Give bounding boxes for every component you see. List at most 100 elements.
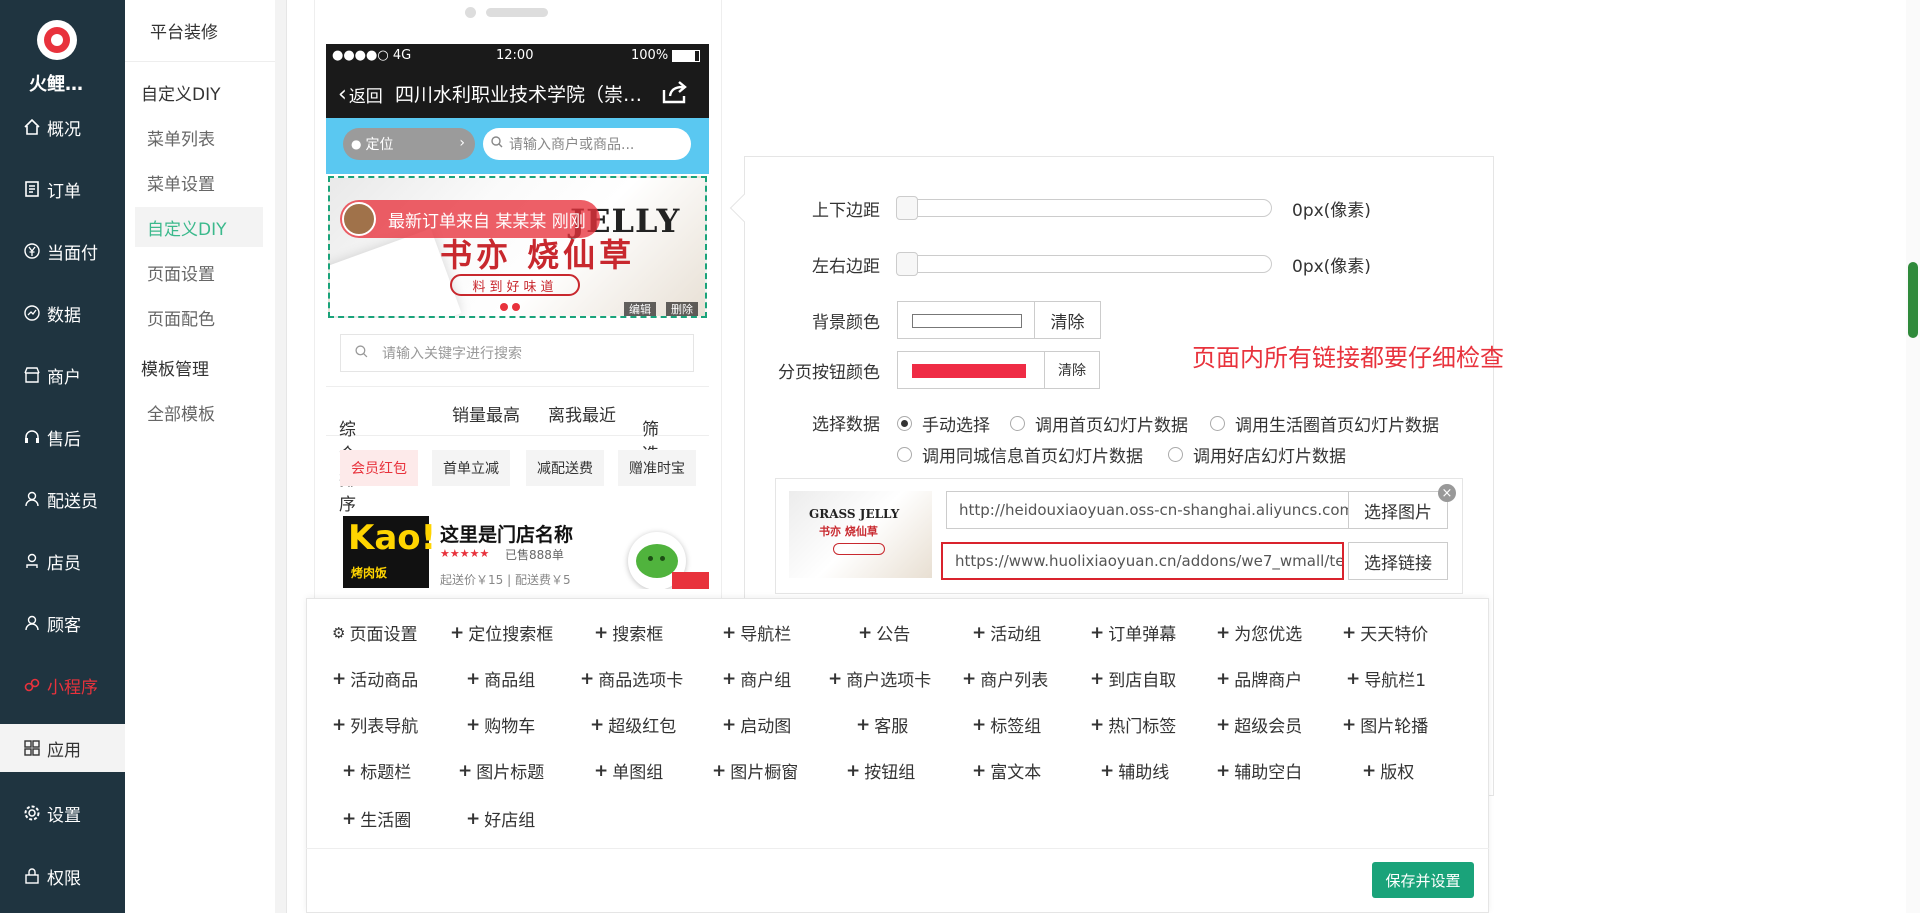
comp-item[interactable]: + 商户列表 [962,666,1048,692]
comp-item[interactable]: + 生活圈 [342,806,411,832]
pager-clear-button[interactable]: 清除 [1044,351,1100,389]
comp-item[interactable]: + 列表导航 [332,712,418,738]
chip-reduce-delivery[interactable]: 减配送费 [526,450,604,486]
comp-item[interactable]: + 导航栏 [722,620,791,646]
comp-item[interactable]: + 商品选项卡 [580,666,683,692]
plus-icon: + [342,808,357,829]
comp-item[interactable]: + 富文本 [972,758,1041,784]
comp-item[interactable]: + 单图组 [594,758,663,784]
sidebar-item-staff[interactable]: 店员 [0,537,125,585]
slider-dot[interactable] [512,303,520,311]
merchant-search-input[interactable]: 请输入商户或商品... [483,128,691,160]
chip-first-order[interactable]: 首单立减 [432,450,510,486]
phone-camera [465,7,476,18]
sidebar-item-data[interactable]: 数据 [0,289,125,337]
image-url-input[interactable]: http://heidouxiaoyuan.oss-cn-shanghai.al… [946,491,1349,529]
link-url-input[interactable]: https://www.huolixiaoyuan.cn/addons/we7_… [941,542,1344,580]
sidebar-item-overview[interactable]: 概况 [0,103,125,151]
sub-item-all-templates[interactable]: 全部模板 [135,392,263,432]
comp-item[interactable]: + 热门标签 [1090,712,1176,738]
sub-sidebar-title: 平台装修 [125,0,275,62]
sub-item-menu-list[interactable]: 菜单列表 [135,117,263,157]
comp-item[interactable]: + 辅助空白 [1216,758,1302,784]
slider-dot[interactable] [500,303,508,311]
radio-manual[interactable]: 手动选择 [897,411,990,436]
sub-item-custom-diy[interactable]: 自定义DIY [135,207,263,247]
padding-h-slider[interactable] [896,252,1272,276]
sub-item-page-settings[interactable]: 页面设置 [135,252,263,292]
comp-item[interactable]: + 品牌商户 [1216,666,1302,692]
pick-image-button[interactable]: 选择图片 [1348,491,1448,529]
store-name[interactable]: 这里是门店名称 [440,520,573,547]
comp-item[interactable]: + 到店自取 [1090,666,1176,692]
sub-item-page-colors[interactable]: 页面配色 [135,297,263,337]
comp-item[interactable]: + 超级红包 [590,712,676,738]
comp-item[interactable]: + 商户组 [722,666,791,692]
radio-home-slides[interactable]: 调用首页幻灯片数据 [1010,411,1188,436]
brand-logo[interactable] [37,20,77,60]
comp-item[interactable]: + 公告 [858,620,910,646]
comp-item[interactable]: + 按钮组 [846,758,915,784]
sidebar-item-merchants[interactable]: 商户 [0,351,125,399]
bg-color-picker[interactable] [897,301,1035,339]
page-scrollbar[interactable] [1906,0,1920,913]
comp-item[interactable]: + 好店组 [466,806,535,832]
comp-item[interactable]: + 超级会员 [1216,712,1302,738]
radio-city-slides[interactable]: 调用同城信息首页幻灯片数据 [897,442,1143,467]
pager-color-picker[interactable] [897,351,1045,389]
bg-clear-button[interactable]: 清除 [1034,301,1101,339]
chip-on-time[interactable]: 赠准时宝 [618,450,696,486]
comp-item[interactable]: + 购物车 [466,712,535,738]
edit-button[interactable]: 编辑 [624,302,656,316]
comp-item[interactable]: + 图片轮播 [1342,712,1428,738]
miniprogram-icon [23,676,41,694]
sidebar-item-permissions[interactable]: 权限 [0,852,125,900]
comp-item[interactable]: + 活动商品 [332,666,418,692]
radio-goodstore-slides[interactable]: 调用好店幻灯片数据 [1168,442,1346,467]
scrollbar-thumb[interactable] [1908,262,1918,338]
sort-sales[interactable]: 销量最高 [452,401,520,426]
sidebar-item-orders[interactable]: 订单 [0,165,125,213]
comp-item[interactable]: + 标题栏 [342,758,411,784]
sidebar-item-couriers[interactable]: 配送员 [0,475,125,523]
comp-item[interactable]: + 商品组 [466,666,535,692]
comp-page-settings[interactable]: ⚙ 页面设置 [332,620,417,646]
slider-handle[interactable] [896,196,918,220]
chip-member-redpacket[interactable]: 会员红包 [340,450,418,486]
comp-item[interactable]: + 搜索框 [594,620,663,646]
keyword-search-input[interactable]: 请输入关键字进行搜索 [340,334,694,372]
comp-item[interactable]: + 启动图 [722,712,791,738]
comp-item[interactable]: + 为您优选 [1216,620,1302,646]
sidebar-item-customers[interactable]: 顾客 [0,599,125,647]
sidebar-item-settings[interactable]: 设置 [0,789,125,837]
save-and-apply-button[interactable]: 保存并设置 [1372,862,1474,898]
sidebar-item-aftersales[interactable]: 售后 [0,413,125,461]
comp-item[interactable]: + 辅助线 [1100,758,1169,784]
comp-item[interactable]: + 客服 [856,712,908,738]
share-icon[interactable] [662,80,688,104]
pick-link-button[interactable]: 选择链接 [1348,542,1448,580]
sort-distance[interactable]: 离我最近 [548,401,616,426]
close-icon[interactable]: × [1438,484,1456,502]
banner-slider[interactable]: JELLY 书亦 烧仙草 料到好味道 最新订单来自 某某某 刚刚 编辑 删除 [328,176,707,318]
location-button[interactable]: ● 定位 › [343,128,475,160]
comp-item[interactable]: + 商户选项卡 [828,666,931,692]
comp-item[interactable]: + 导航栏1 [1346,666,1426,692]
comp-item[interactable]: + 标签组 [972,712,1041,738]
comp-item[interactable]: + 活动组 [972,620,1041,646]
delete-button[interactable]: 删除 [666,302,698,316]
comp-item[interactable]: + 图片橱窗 [712,758,798,784]
comp-item[interactable]: + 版权 [1362,758,1414,784]
radio-life-slides[interactable]: 调用生活圈首页幻灯片数据 [1210,411,1439,436]
back-button[interactable]: ‹ 返回 [338,82,383,107]
slider-handle[interactable] [896,252,918,276]
comp-item[interactable]: + 定位搜索框 [450,620,553,646]
sidebar-item-facepay[interactable]: 当面付 [0,227,125,275]
comp-item[interactable]: + 订单弹幕 [1090,620,1176,646]
sidebar-item-miniprogram[interactable]: 小程序 [0,661,125,709]
padding-v-slider[interactable] [896,196,1272,220]
comp-item[interactable]: + 图片标题 [458,758,544,784]
sub-item-menu-settings[interactable]: 菜单设置 [135,162,263,202]
comp-item[interactable]: + 天天特价 [1342,620,1428,646]
sidebar-item-apps[interactable]: 应用 [0,724,125,772]
